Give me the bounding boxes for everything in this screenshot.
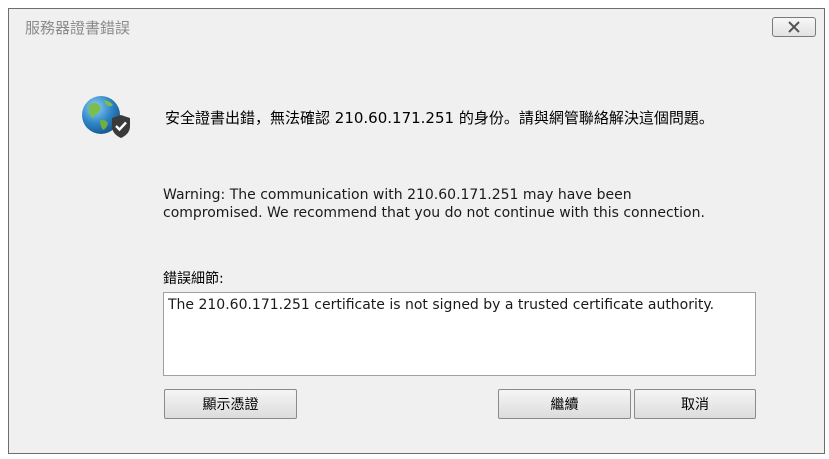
error-headline: 安全證書出錯，無法確認 210.60.171.251 的身份。請與網管聯絡解決這… [165,109,714,127]
error-details-label: 錯誤細節: [163,271,224,287]
view-certificate-button[interactable]: 顯示憑證 [164,389,297,419]
dialog-title: 服務器證書錯誤 [25,19,131,37]
warning-text: Warning: The communication with 210.60.1… [163,187,705,221]
globe-shield-icon [82,96,130,138]
certificate-error-dialog: 服務器證書錯誤 安全證書出錯，無法確認 210.60.171.251 的身份。請… [8,8,825,454]
cancel-button[interactable]: 取消 [634,389,756,419]
continue-button[interactable]: 繼續 [498,389,631,419]
close-button[interactable] [772,17,816,37]
error-details-textbox[interactable]: The 210.60.171.251 certificate is not si… [163,292,756,376]
close-icon [788,21,800,33]
title-bar: 服務器證書錯誤 [9,9,824,43]
